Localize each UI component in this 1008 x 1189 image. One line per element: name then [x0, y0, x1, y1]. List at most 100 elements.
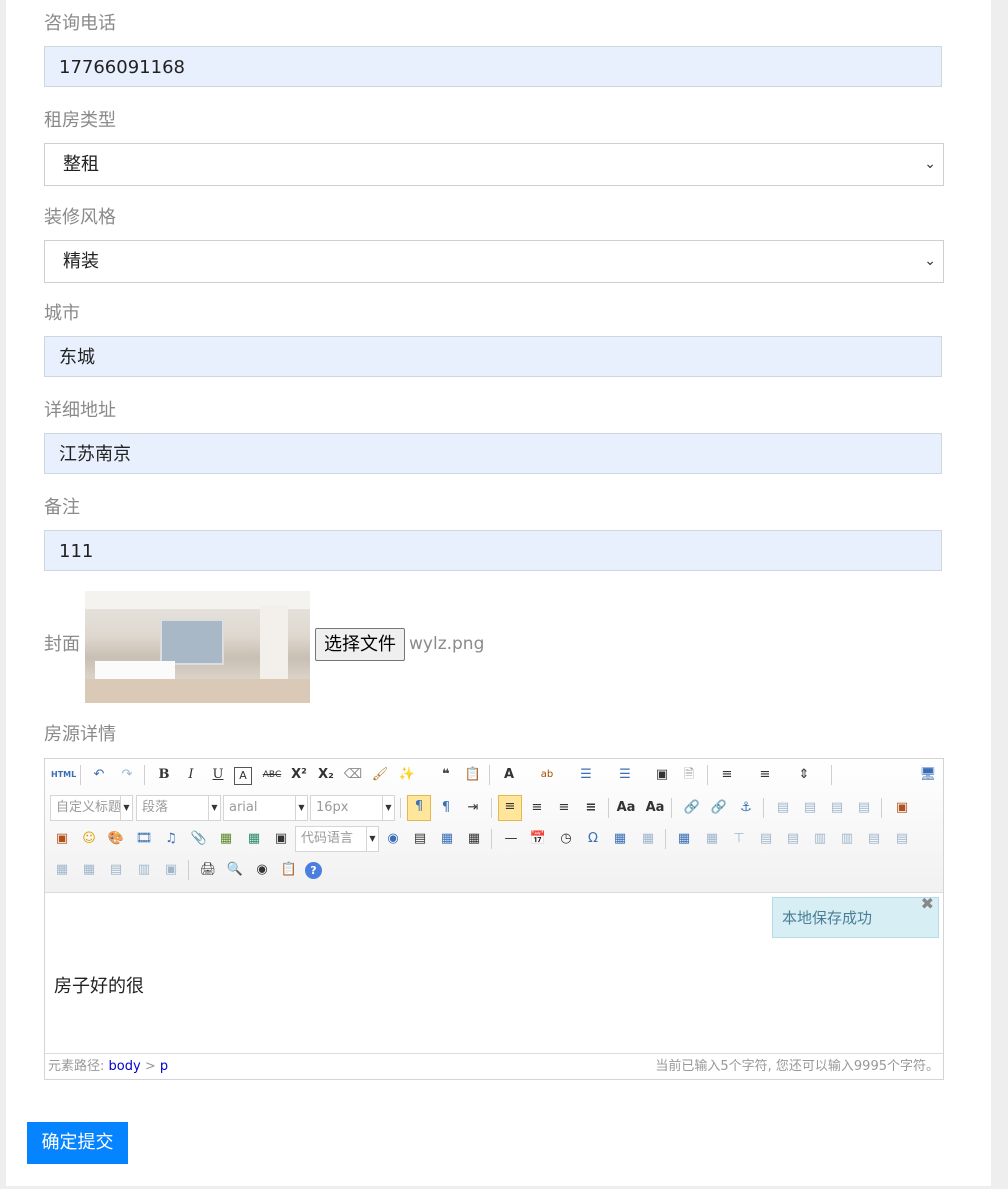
row-spacing-top-icon[interactable]: ≡ — [716, 764, 738, 786]
to-lowercase-icon[interactable]: Aa — [644, 797, 666, 819]
merge-right-icon[interactable]: ▤ — [891, 828, 913, 850]
select-all-icon[interactable]: ▣ — [651, 764, 673, 786]
image-right-icon[interactable]: ▤ — [826, 797, 848, 819]
font-border-icon[interactable]: A — [234, 767, 252, 785]
split-to-cells-icon[interactable]: ▦ — [78, 859, 100, 881]
simple-upload-icon[interactable]: ▣ — [891, 797, 913, 819]
row-spacing-bottom-icon[interactable]: ≡ — [754, 764, 776, 786]
undo-icon[interactable]: ↶ — [88, 764, 110, 786]
insert-col-icon[interactable]: ▥ — [809, 828, 831, 850]
html-source-icon[interactable]: HTML — [51, 764, 76, 786]
anchor-icon[interactable]: ⚓ — [735, 797, 757, 819]
delete-col-icon[interactable]: ▥ — [836, 828, 858, 850]
image-none-icon[interactable]: ▤ — [772, 797, 794, 819]
font-color-icon[interactable]: A — [498, 764, 520, 786]
close-icon[interactable]: ✖ — [921, 896, 934, 912]
font-size-select[interactable]: 16px ▼ — [310, 795, 395, 821]
city-input[interactable]: 东城 — [44, 336, 942, 377]
template-icon[interactable]: ▦ — [436, 828, 458, 850]
font-family-select[interactable]: arial ▼ — [223, 795, 308, 821]
superscript-icon[interactable]: X² — [288, 764, 310, 786]
rent-type-select[interactable]: 整租 ⌄ — [44, 143, 944, 186]
unordered-list-icon[interactable]: ☰ — [614, 764, 636, 786]
split-to-rows-icon[interactable]: ▤ — [105, 859, 127, 881]
unlink-icon[interactable]: 🔗 — [708, 797, 730, 819]
decoration-select[interactable]: 精装 ⌄ — [44, 240, 944, 283]
to-uppercase-icon[interactable]: Aa — [615, 797, 637, 819]
subscript-icon[interactable]: X₂ — [315, 764, 337, 786]
insert-image-icon[interactable]: ▣ — [51, 828, 73, 850]
insert-row-icon[interactable]: ▤ — [755, 828, 777, 850]
choose-file-button[interactable]: 选择文件 — [315, 628, 405, 661]
horizontal-rule-icon[interactable]: — — [500, 828, 522, 850]
insert-frame-icon[interactable]: ▦ — [215, 828, 237, 850]
drafts-icon[interactable]: 📋 — [278, 859, 300, 881]
chart-icon[interactable]: ▣ — [160, 859, 182, 881]
music-icon[interactable]: ♫ — [160, 828, 182, 850]
delete-table-icon[interactable]: ▦ — [701, 828, 723, 850]
indent-icon[interactable]: ⇥ — [462, 797, 484, 819]
path-p-link[interactable]: p — [160, 1059, 168, 1074]
path-body-link[interactable]: body — [109, 1059, 141, 1074]
insert-code-icon[interactable]: ▦ — [243, 828, 265, 850]
auto-typeset-icon[interactable]: ✨ — [396, 764, 418, 786]
help-icon[interactable]: ? — [305, 862, 322, 879]
italic-icon[interactable]: I — [180, 764, 202, 786]
fullscreen-icon[interactable]: 🖥 — [917, 764, 939, 786]
insert-paragraph-before-table-icon[interactable]: ⊤ — [728, 828, 750, 850]
submit-button[interactable]: 确定提交 — [27, 1122, 128, 1164]
redo-icon[interactable]: ↷ — [116, 764, 138, 786]
highlight-color-icon[interactable]: ab — [536, 764, 558, 786]
date-icon[interactable]: 📅 — [527, 828, 549, 850]
insert-video-icon[interactable]: 🎞 — [133, 828, 155, 850]
insert-table-icon[interactable]: ▦ — [673, 828, 695, 850]
merge-down-icon[interactable]: ▦ — [51, 859, 73, 881]
scrawl-icon[interactable]: 🎨 — [105, 828, 127, 850]
bold-icon[interactable]: B — [153, 764, 175, 786]
align-right-icon[interactable]: ≡ — [553, 797, 575, 819]
paste-plain-icon[interactable]: 📋 — [462, 764, 484, 786]
image-left-icon[interactable]: ▤ — [799, 797, 821, 819]
image-center-icon[interactable]: ▤ — [853, 797, 875, 819]
split-to-cols-icon[interactable]: ▥ — [133, 859, 155, 881]
preview-icon[interactable]: 🔍 — [224, 859, 246, 881]
custom-title-select[interactable]: 自定义标题 ▼ — [50, 795, 133, 821]
print-icon[interactable]: 🖨 — [197, 859, 219, 881]
code-language-select[interactable]: 代码语言 ▼ — [295, 826, 379, 852]
word-paste-icon[interactable]: ▦ — [637, 828, 659, 850]
link-icon[interactable]: 🔗 — [681, 797, 703, 819]
remark-input[interactable]: 111 — [44, 530, 942, 571]
search-replace-icon[interactable]: ◉ — [251, 859, 273, 881]
special-char-icon[interactable]: Ω — [582, 828, 604, 850]
background-icon[interactable]: ▦ — [463, 828, 485, 850]
attachment-icon[interactable]: 📎 — [188, 828, 210, 850]
ordered-list-icon[interactable]: ☰ — [575, 764, 597, 786]
wordimage-icon[interactable]: ▦ — [609, 828, 631, 850]
align-center-icon[interactable]: ≡ — [526, 797, 548, 819]
chevron-down-icon: ⌄ — [924, 156, 936, 172]
align-justify-icon[interactable]: ≡ — [580, 797, 602, 819]
paragraph-format-select[interactable]: 段落 ▼ — [136, 795, 221, 821]
page-break-icon[interactable]: ▣ — [270, 828, 292, 850]
page-break-2-icon[interactable]: ▤ — [409, 828, 431, 850]
clear-document-icon[interactable]: 🗎 — [678, 764, 700, 786]
merge-cells-icon[interactable]: ▤ — [863, 828, 885, 850]
ltr-direction-icon[interactable]: ¶ — [407, 795, 431, 821]
delete-row-icon[interactable]: ▤ — [782, 828, 804, 850]
phone-input[interactable]: 17766091168 — [44, 46, 942, 87]
underline-icon[interactable]: U — [207, 764, 229, 786]
format-brush-icon[interactable]: 🖌 — [369, 764, 391, 786]
line-height-icon[interactable]: ⇕ — [793, 764, 815, 786]
emotion-icon[interactable]: ☺ — [78, 828, 100, 850]
strikethrough-icon[interactable]: ABC — [261, 764, 283, 786]
time-icon[interactable]: ◷ — [555, 828, 577, 850]
rtl-direction-icon[interactable]: ¶ — [435, 797, 457, 819]
address-input[interactable]: 江苏南京 — [44, 433, 942, 474]
city-label: 城市 — [44, 303, 80, 324]
web-map-icon[interactable]: ◉ — [382, 828, 404, 850]
eraser-icon[interactable]: ⌫ — [342, 764, 364, 786]
blockquote-icon[interactable]: ❝ — [435, 764, 457, 786]
align-left-icon[interactable]: ≡ — [498, 795, 522, 821]
chevron-down-icon: ⌄ — [924, 253, 936, 269]
editor-content[interactable]: 房子好的很 — [54, 972, 144, 998]
